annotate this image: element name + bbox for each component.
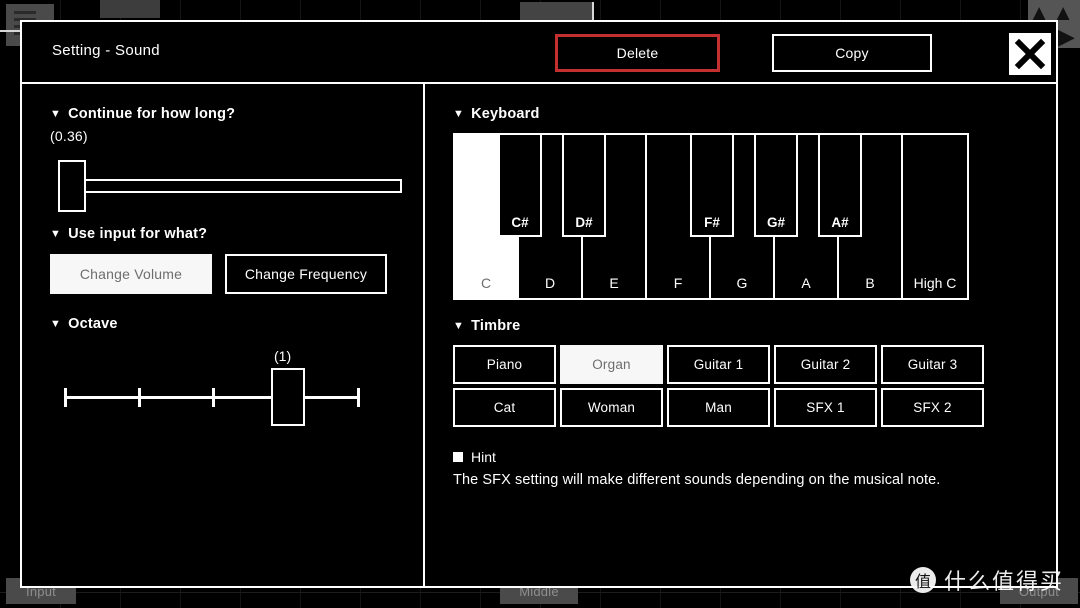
hint-title-text: Hint: [471, 449, 496, 465]
keyboard-label-text: Keyboard: [471, 106, 540, 122]
duration-slider-handle[interactable]: [58, 160, 86, 212]
key-label: B: [865, 275, 875, 291]
chevron-right-icon[interactable]: ▶: [1057, 26, 1074, 48]
octave-slider-handle[interactable]: [271, 368, 305, 426]
delete-button[interactable]: Delete: [555, 34, 720, 72]
caret-down-icon: ▼: [453, 319, 465, 332]
dialog-titlebar: Setting - Sound Delete Copy: [22, 22, 1056, 84]
settings-dialog: Setting - Sound Delete Copy ▼ Continue f…: [20, 20, 1058, 588]
close-button[interactable]: [1009, 33, 1051, 75]
background-tab: [100, 0, 160, 18]
key-label: A#: [831, 215, 849, 230]
caret-down-icon: ▼: [50, 107, 62, 120]
key-label: D#: [575, 215, 593, 230]
octave-value: (1): [274, 348, 292, 364]
hint-text: The SFX setting will make different soun…: [453, 472, 941, 488]
duration-section-label: ▼ Continue for how long?: [50, 106, 423, 122]
key-g-sharp[interactable]: G#: [754, 135, 798, 237]
timbre-piano[interactable]: Piano: [453, 345, 556, 384]
timbre-woman[interactable]: Woman: [560, 388, 663, 427]
watermark-logo: 值: [909, 567, 936, 593]
screen: ▲ ▲ ▶ Input Middle Output Setting - Soun…: [0, 0, 1080, 608]
timbre-section-label: ▼ Timbre: [453, 318, 1056, 334]
octave-tick[interactable]: [212, 388, 215, 407]
key-label: G#: [766, 215, 785, 230]
timbre-cat[interactable]: Cat: [453, 388, 556, 427]
watermark: 值 什么值得买: [909, 564, 1064, 596]
timbre-sfx-2[interactable]: SFX 2: [881, 388, 984, 427]
key-label: C: [480, 275, 492, 291]
timbre-organ[interactable]: Organ: [560, 345, 663, 384]
hint-title: Hint: [453, 449, 1056, 465]
timbre-man[interactable]: Man: [667, 388, 770, 427]
timbre-options: Piano Organ Guitar 1 Guitar 2 Guitar 3 C…: [453, 345, 1056, 427]
dialog-title: Setting - Sound: [52, 42, 160, 59]
piano-keyboard[interactable]: C D E F G A B High C C# D# F# G# A#: [453, 133, 969, 300]
key-label: F: [673, 275, 683, 291]
timbre-sfx-1[interactable]: SFX 1: [774, 388, 877, 427]
input-use-section-label: ▼ Use input for what?: [50, 226, 423, 242]
duration-slider-track[interactable]: [74, 179, 402, 193]
key-label: D: [544, 275, 556, 291]
key-high-c[interactable]: High C: [903, 135, 967, 298]
input-use-label-text: Use input for what?: [68, 226, 208, 242]
timbre-guitar-2[interactable]: Guitar 2: [774, 345, 877, 384]
caret-down-icon: ▼: [50, 227, 62, 240]
right-panel: ▼ Keyboard C D E F G A B High C C# D# F#…: [425, 84, 1056, 586]
key-c-sharp[interactable]: C#: [498, 135, 542, 237]
bullet-square-icon: [453, 452, 463, 462]
octave-tick[interactable]: [64, 388, 67, 407]
background-node: [520, 2, 592, 22]
keyboard-section-label: ▼ Keyboard: [453, 106, 1056, 122]
key-label: E: [609, 275, 619, 291]
key-f-sharp[interactable]: F#: [690, 135, 734, 237]
caret-down-icon: ▼: [453, 107, 465, 120]
change-volume-button[interactable]: Change Volume: [50, 254, 212, 294]
change-frequency-button[interactable]: Change Frequency: [225, 254, 387, 294]
key-label: High C: [913, 275, 957, 291]
key-d-sharp[interactable]: D#: [562, 135, 606, 237]
key-label: A: [801, 275, 811, 291]
key-a-sharp[interactable]: A#: [818, 135, 862, 237]
background-connector: [592, 2, 594, 22]
duration-slider[interactable]: [50, 154, 402, 214]
hint-block: Hint The SFX setting will make different…: [453, 449, 1056, 488]
watermark-text: 什么值得买: [943, 570, 1064, 595]
octave-slider[interactable]: (1): [50, 348, 390, 426]
duration-label-text: Continue for how long?: [68, 106, 236, 122]
caret-down-icon: ▼: [50, 317, 62, 330]
key-label: F#: [704, 215, 720, 230]
octave-section-label: ▼ Octave: [50, 316, 423, 332]
input-use-options: Change Volume Change Frequency: [50, 254, 423, 294]
octave-tick[interactable]: [357, 388, 360, 407]
left-panel: ▼ Continue for how long? (0.36) ▼ Use in…: [22, 84, 423, 586]
timbre-guitar-3[interactable]: Guitar 3: [881, 345, 984, 384]
timbre-label-text: Timbre: [471, 318, 521, 334]
timbre-guitar-1[interactable]: Guitar 1: [667, 345, 770, 384]
octave-label-text: Octave: [68, 316, 118, 332]
key-label: G: [736, 275, 748, 291]
duration-value: (0.36): [50, 128, 88, 144]
dialog-body: ▼ Continue for how long? (0.36) ▼ Use in…: [22, 84, 1056, 586]
key-label: C#: [511, 215, 529, 230]
octave-tick[interactable]: [138, 388, 141, 407]
close-icon: [1014, 38, 1046, 70]
copy-button[interactable]: Copy: [772, 34, 932, 72]
